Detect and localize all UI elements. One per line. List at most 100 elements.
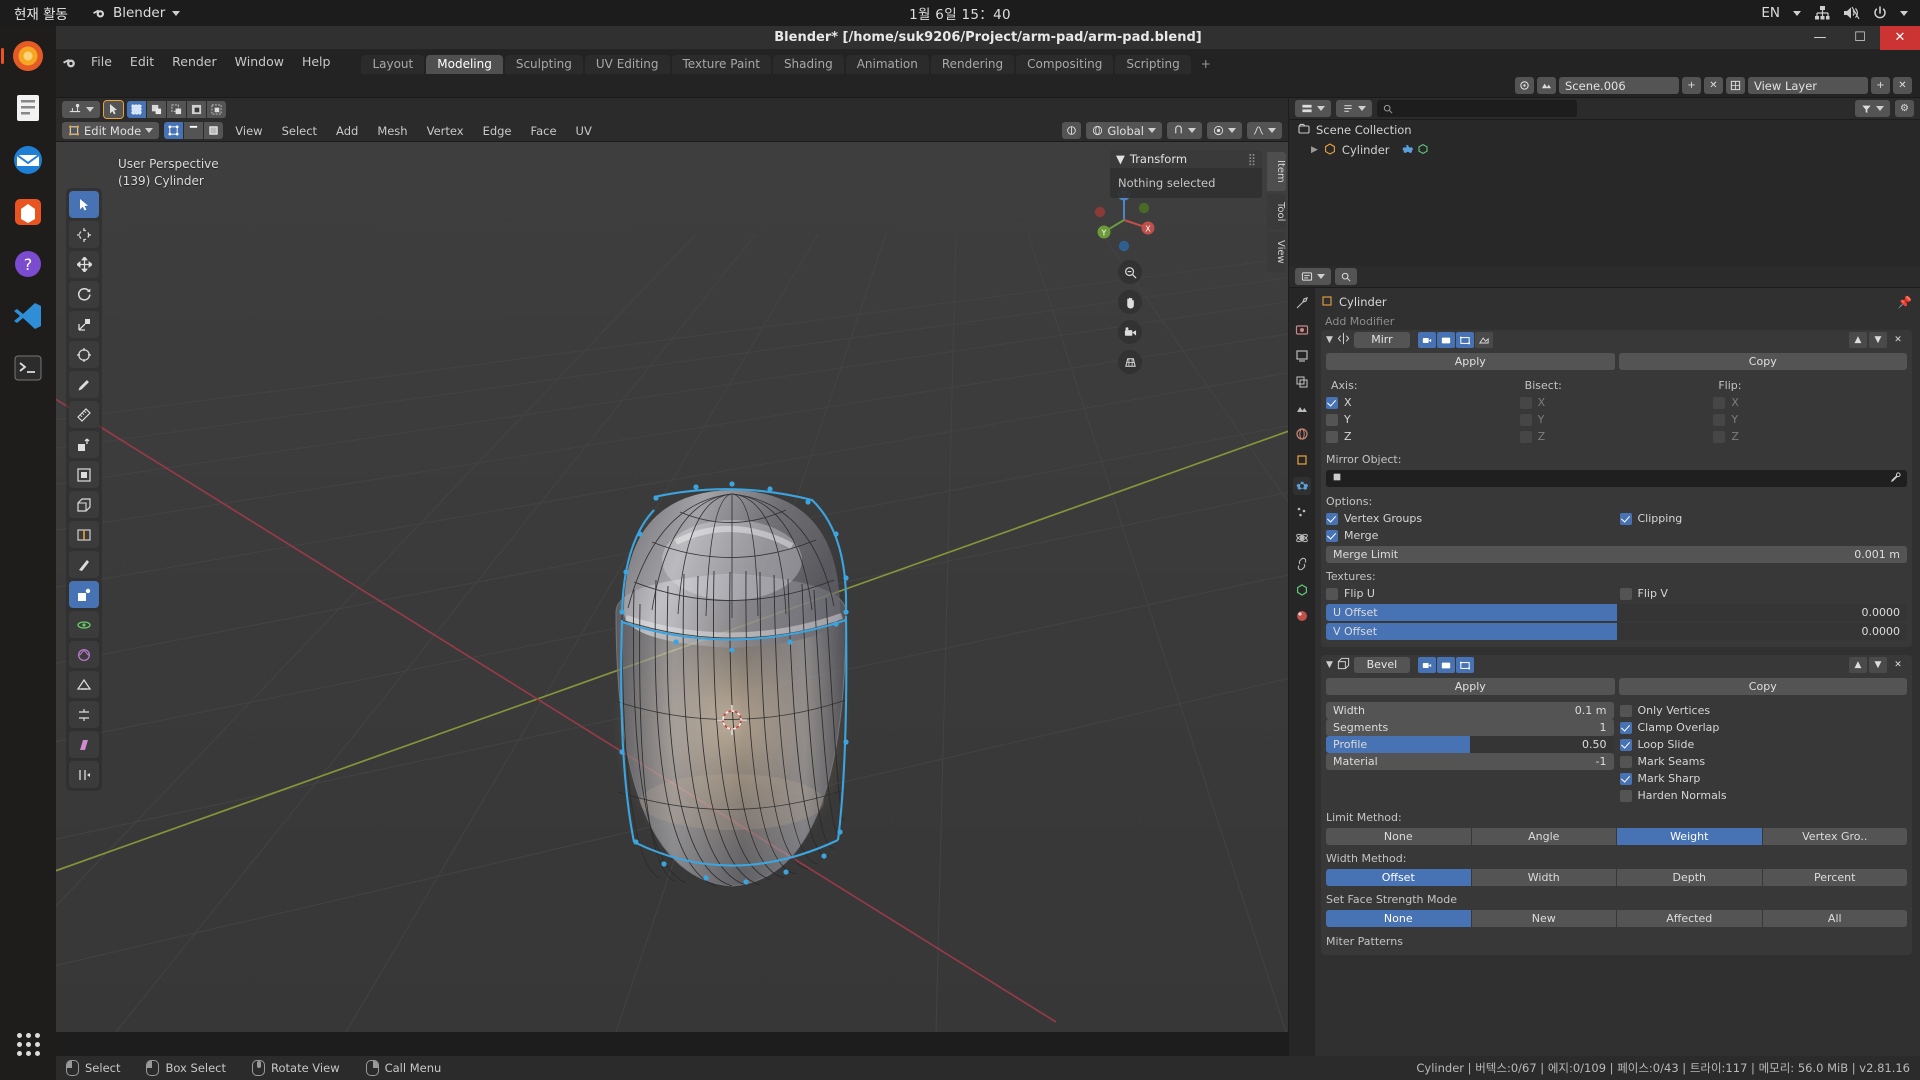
tool-spin[interactable] (69, 611, 99, 638)
render-visibility-icon[interactable] (1417, 332, 1436, 348)
render-engine-icon[interactable] (1515, 77, 1534, 94)
new-view-layer-button[interactable]: + (1871, 77, 1890, 94)
sidebar-tab-tool[interactable]: Tool (1267, 193, 1286, 230)
mirror-object-field[interactable] (1326, 470, 1907, 487)
power-icon[interactable] (1873, 6, 1887, 20)
workspace-tab-sculpting[interactable]: Sculpting (504, 55, 583, 74)
mirror-v-offset-slider[interactable]: V Offset 0.0000 (1326, 623, 1907, 640)
select-extend-icon[interactable] (147, 100, 166, 118)
tool-poly-build[interactable] (69, 581, 99, 608)
bevel-clamp-overlap-checkbox[interactable]: Clamp Overlap (1619, 719, 1908, 736)
dock-item-help[interactable]: ? (6, 242, 50, 286)
editor-type-icon[interactable] (1295, 268, 1331, 285)
tool-tweak[interactable] (69, 191, 99, 218)
workspace-tab-uv-editing[interactable]: UV Editing (584, 55, 670, 74)
edge-select-icon[interactable] (184, 122, 204, 139)
eyedropper-icon[interactable] (1890, 471, 1901, 486)
camera-icon[interactable] (1118, 320, 1142, 344)
width-method-depth[interactable]: Depth (1617, 869, 1762, 886)
tool-tab-icon[interactable] (1293, 295, 1311, 313)
dock-item-thunderbird[interactable] (6, 138, 50, 182)
activities-button[interactable]: 현재 활동 (0, 3, 82, 23)
tool-knife[interactable] (69, 551, 99, 578)
menu-edit[interactable]: Edit (121, 50, 163, 74)
pin-icon[interactable]: 📌 (1898, 295, 1912, 309)
constraints-tab-icon[interactable] (1293, 555, 1311, 573)
mirror-axis-x-checkbox[interactable]: X (1326, 394, 1520, 411)
show-applications-button[interactable] (6, 1022, 50, 1066)
delete-view-layer-button[interactable]: ✕ (1893, 77, 1912, 94)
tool-rip-region[interactable] (69, 761, 99, 788)
particles-tab-icon[interactable] (1293, 503, 1311, 521)
mirror-vertex-groups-checkbox[interactable]: Vertex Groups (1326, 510, 1614, 527)
vertex-select-icon[interactable] (164, 122, 184, 139)
select-new-icon[interactable] (127, 100, 146, 118)
outliner-options-button[interactable]: ⚙ (1895, 100, 1914, 117)
menu-file[interactable]: File (82, 50, 121, 74)
tool-move[interactable] (69, 251, 99, 278)
face-select-icon[interactable] (204, 122, 224, 139)
tool-bevel[interactable] (69, 491, 99, 518)
face-strength-affected[interactable]: Affected (1617, 910, 1762, 927)
menu-uv[interactable]: UV (569, 122, 599, 139)
mirror-axis-y-checkbox[interactable]: Y (1326, 411, 1520, 428)
volume-muted-icon[interactable] (1843, 6, 1860, 20)
mirror-flip-u-checkbox[interactable]: Flip U (1326, 585, 1614, 602)
bevel-only-vertices-checkbox[interactable]: Only Vertices (1619, 702, 1908, 719)
dock-item-ubuntu-software[interactable] (6, 190, 50, 234)
dock-item-vscode[interactable] (6, 294, 50, 338)
tool-edge-slide[interactable] (69, 671, 99, 698)
xray-toggle-icon[interactable] (1062, 122, 1082, 139)
modifier-tab-icon[interactable] (1293, 477, 1311, 495)
system-status-area[interactable]: EN (1761, 5, 1920, 21)
dock-item-files[interactable] (6, 86, 50, 130)
mirror-modifier-name[interactable]: Mirr (1353, 332, 1410, 348)
view-layer-field[interactable]: View Layer (1748, 77, 1868, 94)
output-tab-icon[interactable] (1293, 347, 1311, 365)
workspace-tab-compositing[interactable]: Compositing (1016, 55, 1114, 74)
select-invert-icon[interactable] (187, 100, 206, 118)
move-down-icon[interactable]: ▼ (1869, 332, 1887, 348)
tool-rotate[interactable] (69, 281, 99, 308)
select-intersect-icon[interactable] (207, 100, 226, 118)
render-tab-icon[interactable] (1293, 321, 1311, 339)
move-up-icon[interactable]: ▲ (1849, 657, 1867, 673)
tool-cursor[interactable] (69, 221, 99, 248)
bevel-modifier-name[interactable]: Bevel (1353, 657, 1410, 673)
menu-window[interactable]: Window (226, 50, 293, 74)
outliner-row-object[interactable]: ▶ Cylinder (1289, 140, 1920, 160)
active-tool-icon[interactable] (62, 100, 100, 118)
viewport-visibility-icon[interactable] (1436, 332, 1455, 348)
mirror-apply-button[interactable]: Apply (1326, 353, 1615, 370)
editor-type-icon[interactable] (1295, 100, 1331, 117)
mirror-flip-x-checkbox[interactable]: X (1713, 394, 1907, 411)
tool-annotate[interactable] (69, 371, 99, 398)
expand-triangle-icon[interactable]: ▼ (1326, 335, 1333, 345)
keyboard-layout-label[interactable]: EN (1761, 5, 1780, 21)
snapping-toggle[interactable] (1167, 122, 1202, 139)
edit-mode-visibility-icon[interactable] (1455, 657, 1474, 673)
on-cage-icon[interactable] (1474, 332, 1493, 348)
view-layer-icon[interactable] (1726, 77, 1745, 94)
workspace-tab-shading[interactable]: Shading (772, 55, 844, 74)
outliner-filter-button[interactable] (1855, 100, 1890, 117)
mirror-bisect-y-checkbox[interactable]: Y (1519, 411, 1714, 428)
menu-view[interactable]: View (228, 122, 269, 139)
tool-measure[interactable] (69, 401, 99, 428)
face-strength-new[interactable]: New (1471, 910, 1616, 927)
workspace-tab-texture-paint[interactable]: Texture Paint (671, 55, 771, 74)
transform-panel-header[interactable]: ▼ Transform ⣿ (1110, 150, 1262, 168)
network-icon[interactable] (1814, 6, 1830, 20)
move-down-icon[interactable]: ▼ (1869, 657, 1887, 673)
face-strength-none[interactable]: None (1326, 910, 1471, 927)
menu-face[interactable]: Face (524, 122, 564, 139)
world-tab-icon[interactable] (1293, 425, 1311, 443)
scene-name-field[interactable]: Scene.006 (1559, 77, 1679, 94)
tweak-mode-icon[interactable] (103, 99, 124, 119)
add-workspace-button[interactable]: + (1193, 55, 1219, 74)
tool-shrink-fatten[interactable] (69, 701, 99, 728)
3d-viewport[interactable]: User Perspective (139) Cylinder X Y ▼ Tr… (56, 142, 1288, 1032)
delete-modifier-icon[interactable]: ✕ (1889, 657, 1907, 673)
properties-filter-button[interactable] (1335, 268, 1357, 285)
bevel-segments-field[interactable]: Segments 1 (1326, 719, 1614, 736)
